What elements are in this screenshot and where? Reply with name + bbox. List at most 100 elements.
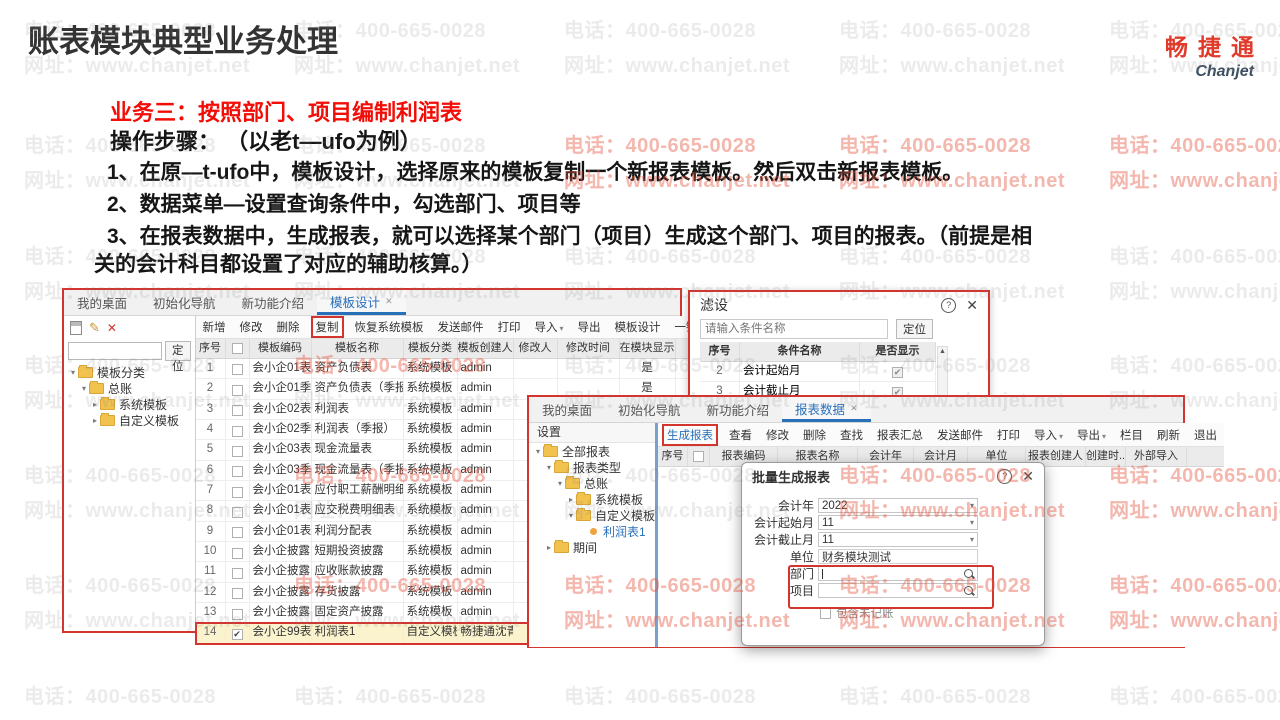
shot2-toolbar-item[interactable]: 查找 bbox=[837, 426, 866, 444]
tree-arrow-icon[interactable]: ▾ bbox=[555, 479, 565, 488]
shot2-toolbar-item[interactable]: 导入 ▾ bbox=[1031, 426, 1066, 444]
field-select[interactable]: 2022 ▾ bbox=[818, 498, 978, 513]
close-tab-icon[interactable]: ✕ bbox=[850, 403, 858, 414]
table-cell: 14 bbox=[196, 623, 226, 643]
watermark-phone: 电话：400-665-0028 bbox=[839, 135, 1032, 157]
row-checkbox[interactable] bbox=[231, 466, 243, 478]
shot2-toolbar-item[interactable]: 刷新 bbox=[1154, 426, 1183, 444]
tree-arrow-icon[interactable]: ▾ bbox=[79, 384, 89, 393]
row-checkbox[interactable] bbox=[231, 588, 243, 600]
shot1-toolbar-item[interactable]: 导出 bbox=[575, 318, 604, 336]
dropdown-arrow-icon[interactable]: ▾ bbox=[970, 518, 974, 527]
help-icon[interactable]: ? bbox=[941, 297, 957, 313]
tree-arrow-icon[interactable]: ▾ bbox=[68, 368, 78, 377]
field-search-input[interactable] bbox=[818, 583, 978, 598]
header-checkbox[interactable] bbox=[231, 342, 243, 354]
field-select[interactable]: 11 ▾ bbox=[818, 532, 978, 547]
folder-icon bbox=[554, 459, 569, 473]
magnifier-icon[interactable] bbox=[964, 569, 973, 578]
dropdown-arrow-icon[interactable]: ▾ bbox=[970, 535, 974, 544]
tree-arrow-icon[interactable]: ▸ bbox=[90, 400, 100, 409]
shot2-tree-item[interactable]: ▾ 全部报表 bbox=[529, 443, 655, 459]
shot1-toolbar-item[interactable]: 导入 ▾ bbox=[532, 318, 567, 336]
shot2-tree-item[interactable]: ▾ 报表类型 bbox=[529, 459, 655, 475]
shot1-tab-1[interactable]: 我的桌面 bbox=[64, 290, 140, 315]
display-checkbox[interactable] bbox=[892, 366, 903, 378]
magnifier-icon[interactable] bbox=[964, 586, 973, 595]
tree-arrow-icon[interactable]: ▸ bbox=[566, 495, 576, 504]
close-icon[interactable]: ✕ bbox=[966, 297, 978, 314]
row-checkbox[interactable] bbox=[231, 384, 243, 396]
shot2-tree-item[interactable]: ▸ 期间 bbox=[529, 539, 655, 555]
shot1-tree-item[interactable]: ▾ 总账 bbox=[64, 380, 195, 396]
shot2-toolbar-item[interactable]: 导出 ▾ bbox=[1074, 426, 1109, 444]
shot2-tab-2[interactable]: 初始化导航 bbox=[605, 397, 694, 422]
shot2-toolbar-item[interactable]: 栏目 bbox=[1117, 426, 1146, 444]
edit-icon[interactable]: ✎ bbox=[89, 321, 100, 334]
shot2-toolbar-item[interactable]: 发送邮件 bbox=[934, 426, 986, 444]
shot2-toolbar-item[interactable]: 删除 bbox=[800, 426, 829, 444]
shot2-toolbar-item[interactable]: 修改 bbox=[763, 426, 792, 444]
shot1-toolbar-item[interactable]: 模板设计 bbox=[612, 318, 664, 336]
shot1-toolbar-item[interactable]: 打印 bbox=[495, 318, 524, 336]
shot2-tree-item[interactable]: ▸ 系统模板 bbox=[529, 491, 655, 507]
tree-arrow-icon[interactable]: ▸ bbox=[90, 416, 100, 425]
shot1-toolbar-item[interactable]: 删除 bbox=[274, 318, 303, 336]
shot2-toolbar-item[interactable]: 查看 bbox=[726, 426, 755, 444]
shot2-tab-3[interactable]: 新功能介绍 bbox=[694, 397, 783, 422]
tree-arrow-icon[interactable]: ▸ bbox=[544, 543, 554, 552]
template-search-input[interactable] bbox=[68, 342, 162, 360]
row-checkbox[interactable] bbox=[231, 445, 243, 457]
locate-button[interactable]: 定位 bbox=[165, 341, 191, 373]
row-checkbox[interactable] bbox=[231, 486, 243, 498]
shot2-toolbar-item[interactable]: 生成报表 bbox=[662, 423, 718, 446]
row-checkbox[interactable] bbox=[231, 425, 243, 437]
batch-help-icon[interactable]: ? bbox=[997, 468, 1013, 484]
include-unposted-checkbox[interactable] bbox=[820, 607, 831, 619]
shot2-toolbar-item[interactable]: 打印 bbox=[994, 426, 1023, 444]
shot2-toolbar-item[interactable]: 退出 bbox=[1191, 426, 1220, 444]
field-search-input[interactable] bbox=[818, 566, 978, 581]
tree-arrow-icon[interactable]: ▾ bbox=[566, 511, 576, 520]
close-tab-icon[interactable]: ✕ bbox=[385, 296, 393, 307]
row-checkbox[interactable] bbox=[231, 506, 243, 518]
shot2-tree-item[interactable]: ▾ 自定义模板 bbox=[529, 507, 655, 523]
shot1-tree-item[interactable]: ▸ 自定义模板 bbox=[64, 412, 195, 428]
table-row[interactable]: 1 会小企01表 资产负债表 系统模板 admin 是 bbox=[195, 359, 765, 380]
filter-scrollbar[interactable]: ▲ bbox=[937, 346, 948, 396]
header-checkbox[interactable] bbox=[693, 450, 704, 462]
shot1-tab-3[interactable]: 新功能介绍 bbox=[229, 290, 318, 315]
shot1-tab-2[interactable]: 初始化导航 bbox=[140, 290, 229, 315]
shot2-tree-item[interactable]: ▾ 总账 bbox=[529, 475, 655, 491]
shot1-toolbar-item[interactable]: 新增 bbox=[200, 318, 229, 336]
shot2-toolbar-item[interactable]: 报表汇总 bbox=[874, 426, 926, 444]
dropdown-arrow-icon[interactable]: ▾ bbox=[970, 501, 974, 510]
row-checkbox[interactable] bbox=[231, 405, 243, 417]
filter-locate-button[interactable]: 定位 bbox=[896, 319, 933, 339]
row-checkbox[interactable] bbox=[231, 608, 243, 620]
field-input[interactable]: 财务模块测试 bbox=[818, 549, 978, 564]
shot2-tab-1[interactable]: 我的桌面 bbox=[529, 397, 605, 422]
delete-x-icon[interactable]: ✕ bbox=[107, 322, 117, 334]
shot2-tab-4[interactable]: 报表数据 ✕ bbox=[782, 397, 871, 422]
shot1-toolbar-item[interactable]: 恢复系统模板 bbox=[352, 318, 427, 336]
shot1-toolbar-item[interactable]: 修改 bbox=[237, 318, 266, 336]
tree-arrow-icon[interactable]: ▾ bbox=[533, 447, 543, 456]
row-checkbox[interactable] bbox=[231, 364, 243, 376]
condition-name-input[interactable] bbox=[700, 319, 888, 339]
row-checkbox[interactable] bbox=[231, 527, 243, 539]
filter-row[interactable]: 2 会计起始月 bbox=[700, 362, 936, 382]
row-checkbox[interactable] bbox=[231, 547, 243, 559]
table-cell: 资产负债表（季报） bbox=[312, 379, 404, 399]
new-doc-icon[interactable] bbox=[70, 321, 82, 335]
row-checkbox[interactable] bbox=[231, 628, 243, 640]
shot2-tree-item[interactable]: 利润表1 bbox=[529, 523, 655, 539]
row-checkbox[interactable] bbox=[231, 567, 243, 579]
shot1-tree-item[interactable]: ▸ 系统模板 bbox=[64, 396, 195, 412]
batch-close-icon[interactable]: ✕ bbox=[1022, 468, 1034, 485]
shot1-toolbar-item[interactable]: 复制 bbox=[310, 316, 344, 338]
field-select[interactable]: 11 ▾ bbox=[818, 515, 978, 530]
tree-arrow-icon[interactable]: ▾ bbox=[544, 463, 554, 472]
shot1-toolbar-item[interactable]: 发送邮件 bbox=[435, 318, 487, 336]
shot1-tab-4[interactable]: 模板设计 ✕ bbox=[317, 290, 406, 315]
